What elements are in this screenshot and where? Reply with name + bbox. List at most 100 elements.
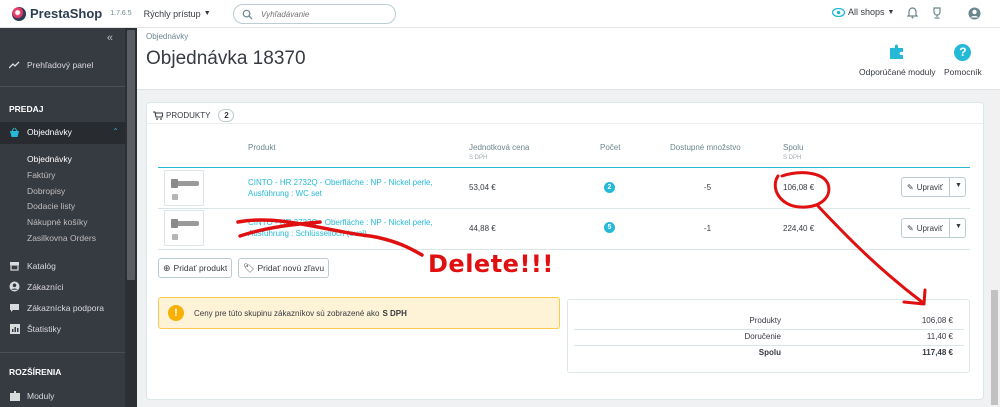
quantity-badge: 5 <box>604 222 615 233</box>
column-header-available: Dostupné množstvo <box>670 143 741 152</box>
column-header-product: Produkt <box>248 143 276 152</box>
caret-down-icon[interactable]: ▼ <box>955 182 962 189</box>
search-box[interactable] <box>233 4 396 24</box>
user-circle-icon <box>9 281 20 292</box>
divider <box>0 352 125 353</box>
divider <box>574 345 964 346</box>
search-input[interactable] <box>261 9 381 19</box>
edit-label: Upraviť <box>916 223 943 233</box>
totals-label: Produkty <box>749 316 781 325</box>
divider <box>158 167 970 168</box>
warning-icon: ! <box>168 305 184 321</box>
product-link[interactable]: CINTO - HR 2732Q - Oberfläche : NP - Nic… <box>248 177 458 199</box>
sidebar-item-label: Objednávky <box>27 127 72 137</box>
breadcrumb[interactable]: Objednávky <box>146 32 188 41</box>
shopping-basket-icon <box>10 127 19 137</box>
sidebar-item-label: Zákaznícka podpora <box>27 302 105 313</box>
divider <box>949 219 950 237</box>
tag-icon: 🏷 <box>243 262 255 273</box>
submenu-zasilkovna[interactable]: Zasilkovna Orders <box>27 233 96 243</box>
divider <box>147 123 983 124</box>
totals-value: 117,48 € <box>922 348 953 357</box>
sidebar-scrollbar[interactable] <box>125 28 137 407</box>
scrollbar-thumb[interactable] <box>127 30 135 280</box>
totals-label: Doručenie <box>744 332 781 341</box>
totals-row-total: Spolu 117,48 € <box>568 348 971 364</box>
help-icon: ? <box>953 42 973 62</box>
column-header-total: Spolu S DPH <box>783 143 803 161</box>
caret-down-icon: ▼ <box>203 10 211 17</box>
version-label: 1.7.6.5 <box>110 10 132 17</box>
pencil-icon: ✎ <box>907 182 914 192</box>
add-product-button[interactable]: ⊕ Pridať produkt <box>158 258 233 278</box>
totals-value: 106,08 € <box>921 316 953 325</box>
chat-bubble-icon <box>9 302 20 313</box>
help-button[interactable]: ? Pomocník <box>944 42 982 77</box>
edit-product-button[interactable]: ✎ Upraviť ▼ <box>901 218 966 238</box>
page-scrollbar[interactable] <box>989 90 1000 407</box>
help-label: Pomocník <box>944 67 982 77</box>
quick-access-dropdown[interactable]: Rýchly prístup ▼ <box>144 9 211 19</box>
user-account-icon[interactable] <box>967 6 981 20</box>
alert-bold-text: S DPH <box>382 308 407 318</box>
top-bar: PrestaShop 1.7.6.5 Rýchly prístup ▼ All … <box>0 0 1000 28</box>
sidebar-item-label: Prehľadový panel <box>27 59 94 70</box>
prestashop-logo-icon <box>12 6 26 21</box>
sidebar-item-orders[interactable]: Objednávky ⌃ <box>0 122 125 144</box>
trophy-icon[interactable] <box>930 6 944 20</box>
sidebar-item-dashboard[interactable]: Prehľadový panel <box>9 59 93 70</box>
column-header-label: Jednotková cena <box>469 143 530 152</box>
handle-rose <box>171 219 178 228</box>
products-panel: PRODUKTY 2 Produkt Jednotková cena S DPH… <box>146 102 984 400</box>
pencil-icon: ✎ <box>907 223 914 233</box>
divider <box>949 178 950 196</box>
submenu-credit-slips[interactable]: Dobropisy <box>27 186 65 196</box>
submenu-delivery-slips[interactable]: Dodacie listy <box>27 201 75 211</box>
shop-selector[interactable]: All shops ▼ <box>832 7 894 17</box>
trending-up-icon <box>9 59 20 70</box>
sidebar-item-label: Štatistiky <box>27 323 62 334</box>
panel-heading: PRODUKTY 2 <box>153 109 235 122</box>
sidebar-item-stats[interactable]: Štatistiky <box>9 323 61 334</box>
caret-down-icon[interactable]: ▼ <box>955 223 962 230</box>
collapse-sidebar-icon[interactable]: « <box>107 32 113 44</box>
divider <box>0 86 125 87</box>
delete-annotation-text: Delete!!! <box>428 250 554 278</box>
submenu-orders[interactable]: Objednávky <box>27 154 72 164</box>
recommended-modules-label: Odporúčané moduly <box>859 67 936 77</box>
quantity-badge: 2 <box>604 182 615 193</box>
notifications-bell-icon[interactable] <box>905 6 919 20</box>
edit-product-button[interactable]: ✎ Upraviť ▼ <box>901 177 966 197</box>
recommended-modules-button[interactable]: Odporúčané moduly <box>859 42 936 77</box>
column-header-label: Spolu <box>783 143 804 152</box>
sidebar-item-customers[interactable]: Zákazníci <box>9 281 63 292</box>
shopping-cart-icon <box>153 111 163 120</box>
submenu-invoices[interactable]: Faktúry <box>27 170 55 180</box>
submenu-carts[interactable]: Nákupné košíky <box>27 217 87 227</box>
divider <box>574 329 964 330</box>
keyhole-plate <box>172 234 178 240</box>
sidebar-item-modules[interactable]: Moduly <box>9 390 54 401</box>
product-link[interactable]: CINTO - HR 2732Q - Oberfläche : NP - Nic… <box>248 217 458 239</box>
column-header-sub: S DPH <box>469 155 488 161</box>
chevron-up-icon: ⌃ <box>112 127 119 136</box>
handle-rose <box>171 179 178 188</box>
totals-label: Spolu <box>758 348 781 357</box>
logo[interactable]: PrestaShop 1.7.6.5 <box>12 6 132 21</box>
eye-icon <box>832 7 845 17</box>
brand-name: PrestaShop <box>30 6 103 21</box>
sidebar-item-catalog[interactable]: Katalóg <box>9 260 56 271</box>
add-discount-button[interactable]: 🏷 Pridať novú zľavu <box>238 258 330 278</box>
sidebar-item-support[interactable]: Zákaznícka podpora <box>9 302 104 313</box>
price-info-alert: ! Ceny pre túto skupinu zákazníkov sú zo… <box>158 297 560 329</box>
product-count-badge: 2 <box>218 109 235 122</box>
product-image <box>164 210 204 246</box>
product-image <box>164 170 204 206</box>
unit-price: 53,04 € <box>469 183 496 192</box>
sidebar-item-label: Moduly <box>27 390 55 401</box>
add-discount-label: Pridať novú zľavu <box>257 263 325 273</box>
scrollbar-thumb[interactable] <box>991 290 998 405</box>
sidebar: « Prehľadový panel PREDAJ Objednávky ⌃ O… <box>0 28 137 407</box>
panel-title: PRODUKTY <box>166 111 211 120</box>
order-totals: Produkty 106,08 € Doručenie 11,40 € Spol… <box>567 299 970 373</box>
